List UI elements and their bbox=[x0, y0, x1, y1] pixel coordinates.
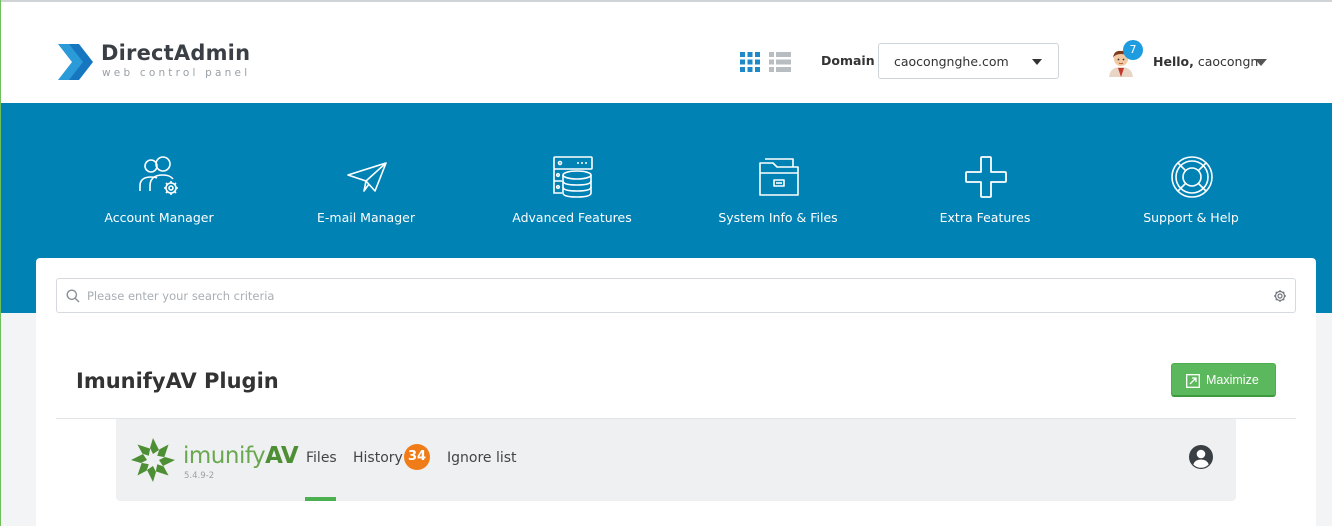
list-view-icon[interactable] bbox=[769, 52, 791, 72]
username: caocongn bbox=[1197, 54, 1259, 69]
history-count-badge[interactable]: 34 bbox=[404, 444, 430, 470]
plugin-version: 5.4.9-2 bbox=[184, 471, 215, 481]
domain-select-value: caocongnghe.com bbox=[894, 54, 1009, 69]
directadmin-chevrons-icon bbox=[58, 44, 93, 80]
grid-view-icon[interactable] bbox=[740, 52, 760, 72]
users-gear-icon bbox=[139, 156, 178, 195]
tab-files[interactable]: Files bbox=[306, 450, 337, 466]
nav-label: Extra Features bbox=[939, 210, 1031, 225]
nav-extra-features[interactable]: Extra Features bbox=[885, 155, 1085, 235]
chevron-down-icon bbox=[1255, 59, 1267, 66]
greeting-prefix: Hello, bbox=[1153, 54, 1194, 69]
imunify-brand: imunifyAV bbox=[183, 443, 299, 469]
user-menu[interactable]: 7 Hello, caocongn bbox=[1106, 40, 1281, 80]
nav-label: E-mail Manager bbox=[317, 210, 415, 225]
nav-account-manager[interactable]: Account Manager bbox=[59, 155, 259, 235]
domain-select[interactable]: caocongnghe.com bbox=[878, 43, 1059, 79]
search-icon bbox=[66, 289, 80, 303]
maximize-button[interactable]: Maximize bbox=[1171, 363, 1276, 397]
maximize-icon bbox=[1186, 374, 1200, 388]
nav-label: Account Manager bbox=[104, 210, 214, 225]
nav-label: Support & Help bbox=[1143, 210, 1239, 225]
maximize-label: Maximize bbox=[1206, 373, 1259, 387]
nav-label: System Info & Files bbox=[718, 210, 838, 225]
nav-support-help[interactable]: Support & Help bbox=[1091, 155, 1291, 235]
active-tab-indicator bbox=[305, 497, 336, 501]
top-header: DirectAdmin web control panel Domain cao… bbox=[1, 2, 1332, 103]
tab-ignore-list[interactable]: Ignore list bbox=[447, 450, 517, 466]
search-bar bbox=[56, 278, 1296, 313]
imunify-brand-prefix: imunify bbox=[183, 443, 266, 469]
domain-label: Domain bbox=[821, 53, 875, 68]
search-input[interactable] bbox=[87, 285, 1247, 307]
folder-icon bbox=[759, 158, 799, 196]
plus-icon bbox=[965, 156, 1007, 198]
content-card: ImunifyAV Plugin Maximize imunifyAV 5.4.… bbox=[36, 258, 1316, 526]
chevron-down-icon bbox=[1032, 59, 1042, 65]
gear-icon[interactable] bbox=[1273, 289, 1287, 303]
imunify-brand-suffix: AV bbox=[265, 443, 299, 469]
paper-plane-icon bbox=[347, 162, 387, 192]
server-database-icon bbox=[553, 156, 593, 198]
nav-advanced-features[interactable]: Advanced Features bbox=[472, 155, 672, 235]
tab-history[interactable]: History bbox=[353, 450, 403, 466]
lifebuoy-icon bbox=[1171, 156, 1213, 198]
page-title: ImunifyAV Plugin bbox=[76, 369, 279, 393]
logo-tagline: web control panel bbox=[102, 67, 251, 79]
imunify-plugin-header: imunifyAV 5.4.9-2 Files History 34 Ignor… bbox=[116, 419, 1236, 501]
user-account-icon[interactable] bbox=[1189, 445, 1213, 469]
directadmin-logo[interactable]: DirectAdmin web control panel bbox=[56, 40, 256, 86]
nav-email-manager[interactable]: E-mail Manager bbox=[266, 155, 466, 235]
logo-name: DirectAdmin bbox=[101, 41, 251, 65]
greeting: Hello, caocongn bbox=[1153, 54, 1258, 69]
imunify-logo-icon[interactable] bbox=[129, 437, 177, 483]
nav-system-info-files[interactable]: System Info & Files bbox=[678, 155, 878, 235]
nav-label: Advanced Features bbox=[512, 210, 632, 225]
notification-badge[interactable]: 7 bbox=[1123, 40, 1143, 60]
